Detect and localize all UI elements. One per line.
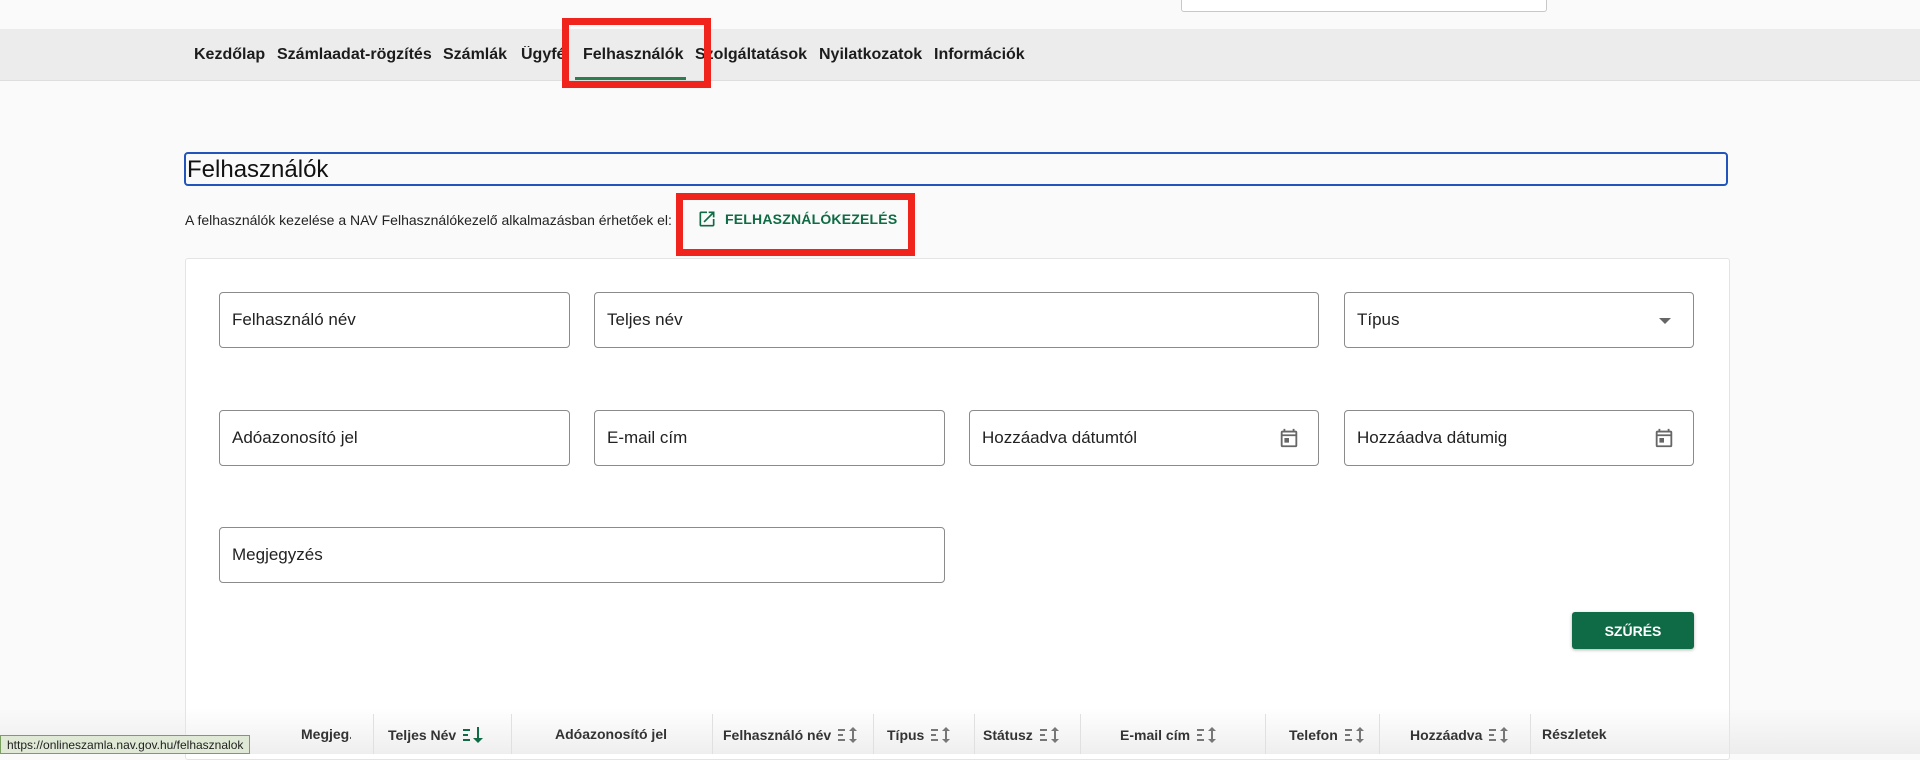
added-from-field[interactable] [969, 410, 1319, 466]
nav-item-services[interactable]: Szolgáltatások [695, 46, 807, 64]
fullname-field[interactable] [594, 292, 1319, 348]
sort-icon[interactable] [1344, 726, 1366, 744]
nav-item-clients[interactable]: Ügyfé [521, 46, 563, 64]
type-select[interactable] [1344, 292, 1694, 348]
type-input[interactable] [1345, 293, 1693, 347]
filter-button[interactable]: SZŰRÉS [1572, 612, 1694, 649]
highlight-users-tab [562, 18, 711, 88]
taxid-input[interactable] [220, 411, 569, 465]
sort-active-icon[interactable] [462, 726, 484, 744]
table-header-row: Megjeg... Teljes Név Adóazonosító jel Fe… [185, 714, 1728, 754]
nav-item-invoices[interactable]: Számlák [443, 46, 507, 64]
sort-icon[interactable] [1039, 726, 1061, 744]
calendar-icon[interactable] [1278, 427, 1300, 449]
note-field[interactable] [219, 527, 945, 583]
added-to-input[interactable] [1345, 411, 1693, 465]
username-field[interactable] [219, 292, 570, 348]
status-bar-url: https://onlineszamla.nav.gov.hu/felhaszn… [0, 735, 251, 754]
th-type[interactable]: Típus [887, 726, 952, 744]
email-input[interactable] [595, 411, 944, 465]
username-input[interactable] [220, 293, 569, 347]
th-added[interactable]: Hozzáadva [1410, 726, 1510, 744]
th-details: Részletek [1542, 726, 1607, 742]
taxid-field[interactable] [219, 410, 570, 466]
sort-icon[interactable] [1196, 726, 1218, 744]
top-search-box[interactable] [1181, 0, 1547, 12]
fullname-input[interactable] [595, 293, 1318, 347]
th-phone[interactable]: Telefon [1289, 726, 1366, 744]
sort-icon[interactable] [1488, 726, 1510, 744]
th-note[interactable]: Megjeg... [301, 726, 351, 742]
th-email[interactable]: E-mail cím [1120, 726, 1218, 744]
th-status[interactable]: Státusz [983, 726, 1061, 744]
nav-item-declarations[interactable]: Nyilatkozatok [819, 46, 922, 64]
nav-item-home[interactable]: Kezdőlap [194, 46, 265, 64]
nav-item-information[interactable]: Információk [934, 46, 1025, 64]
th-username[interactable]: Felhasználó név [723, 726, 859, 744]
email-field[interactable] [594, 410, 945, 466]
nav-item-invoice-entry[interactable]: Számlaadat-rögzítés [277, 46, 432, 64]
sort-icon[interactable] [837, 726, 859, 744]
calendar-icon[interactable] [1653, 427, 1675, 449]
th-taxid[interactable]: Adóazonosító jel [555, 726, 667, 742]
th-fullname[interactable]: Teljes Név [388, 726, 484, 744]
dropdown-arrow-icon[interactable] [1659, 318, 1671, 324]
added-from-input[interactable] [970, 411, 1318, 465]
main-nav: Kezdőlap Számlaadat-rögzítés Számlák Ügy… [0, 29, 1920, 81]
description-text: A felhasználók kezelése a NAV Felhasznál… [185, 212, 672, 228]
page-title: Felhasználók [187, 156, 329, 183]
page-title-box: Felhasználók [184, 152, 1728, 186]
added-to-field[interactable] [1344, 410, 1694, 466]
note-input[interactable] [220, 528, 944, 582]
highlight-user-management-link [676, 193, 915, 256]
sort-icon[interactable] [930, 726, 952, 744]
